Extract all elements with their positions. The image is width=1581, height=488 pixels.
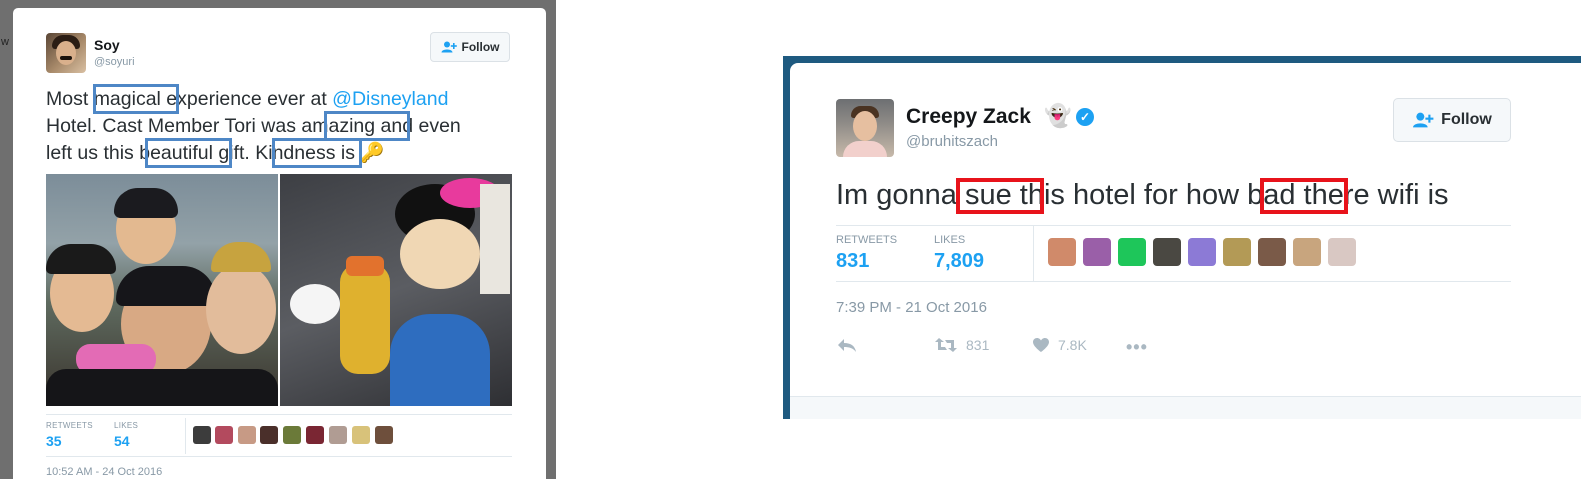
follow-label: Follow [1441,111,1492,128]
key-emoji: 🔑 [360,142,385,164]
follow-label: Follow [461,40,500,54]
mention-link[interactable]: @Disneyland [332,88,448,110]
likes-label: LIKES [114,421,139,430]
likes-count[interactable]: 7,809 [934,250,984,273]
likes-label: LIKES [934,234,966,246]
tweet-media[interactable] [46,174,512,406]
retweet-count: 831 [966,337,990,353]
tweet-timestamp[interactable]: 7:39 PM - 21 Oct 2016 [836,299,987,316]
highlight-box-beautiful [145,138,232,168]
liker-avatar[interactable] [1118,238,1146,266]
liker-avatar[interactable] [1153,238,1181,266]
divider [46,456,512,457]
edge-fragment-text: w [1,36,9,48]
liker-avatar[interactable] [260,426,278,444]
more-button[interactable]: ••• [1126,337,1148,358]
liker-avatar[interactable] [283,426,301,444]
divider [46,414,512,415]
highlight-box-sue [956,178,1044,214]
retweets-count[interactable]: 35 [46,433,62,449]
tweet-text-line: Hotel. Cast Member Tori was amazing and … [46,115,461,137]
liker-avatar[interactable] [1048,238,1076,266]
add-user-icon [1413,112,1434,128]
left-tweet-card: Soy @soyuri Follow Most magical experien… [13,8,546,488]
highlight-box-amazing [324,111,410,141]
liker-avatar[interactable] [375,426,393,444]
reply-icon [838,339,856,352]
card-footer [790,396,1581,419]
ghost-emoji: 👻 [1044,103,1072,128]
author-handle[interactable]: @bruhitszach [906,133,998,150]
author-handle[interactable]: @soyuri [94,56,135,68]
liker-avatar[interactable] [1188,238,1216,266]
retweet-icon [935,338,957,352]
right-tweet-card: Creepy Zack 👻 ✓ @bruhitszach Follow Im g… [790,63,1581,419]
follow-button[interactable]: Follow [1393,98,1511,142]
add-user-icon [441,41,457,53]
heart-icon [1033,338,1049,352]
highlight-box-magical [93,84,179,114]
like-count: 7.8K [1058,337,1087,353]
liker-avatar[interactable] [329,426,347,444]
reply-button[interactable] [836,337,858,353]
liker-avatar[interactable] [1083,238,1111,266]
liker-avatar[interactable] [352,426,370,444]
liker-avatar[interactable] [238,426,256,444]
liker-avatar[interactable] [306,426,324,444]
selfie-photo[interactable] [46,174,278,406]
retweets-label: RETWEETS [836,234,898,246]
more-icon: ••• [1126,337,1148,357]
avatar[interactable] [46,33,86,73]
liker-avatar[interactable] [215,426,233,444]
divider [836,225,1511,226]
avatar[interactable] [836,99,894,157]
liker-avatar[interactable] [1258,238,1286,266]
follow-button[interactable]: Follow [430,32,510,62]
liker-avatar[interactable] [1223,238,1251,266]
minnie-mouse-photo[interactable] [280,174,512,406]
retweet-button[interactable]: 831 [934,337,989,353]
retweets-label: RETWEETS [46,421,93,430]
divider [185,418,186,454]
like-button[interactable]: 7.8K [1032,337,1087,353]
author-name[interactable]: Soy [94,37,120,53]
tweet-timestamp[interactable]: 10:52 AM - 24 Oct 2016 [46,466,162,478]
verified-badge-icon: ✓ [1076,108,1094,126]
liker-avatar[interactable] [1293,238,1321,266]
divider [836,281,1511,282]
highlight-box-bad [1260,178,1348,214]
liker-avatar[interactable] [1328,238,1356,266]
retweets-count[interactable]: 831 [836,250,869,273]
liker-avatar[interactable] [193,426,211,444]
highlight-box-kindness [272,138,362,168]
divider [1033,226,1034,281]
author-name[interactable]: Creepy Zack [906,105,1031,129]
tweet-text: Im gonna sue this hotel for how bad ther… [836,179,1449,211]
likes-count[interactable]: 54 [114,433,130,449]
